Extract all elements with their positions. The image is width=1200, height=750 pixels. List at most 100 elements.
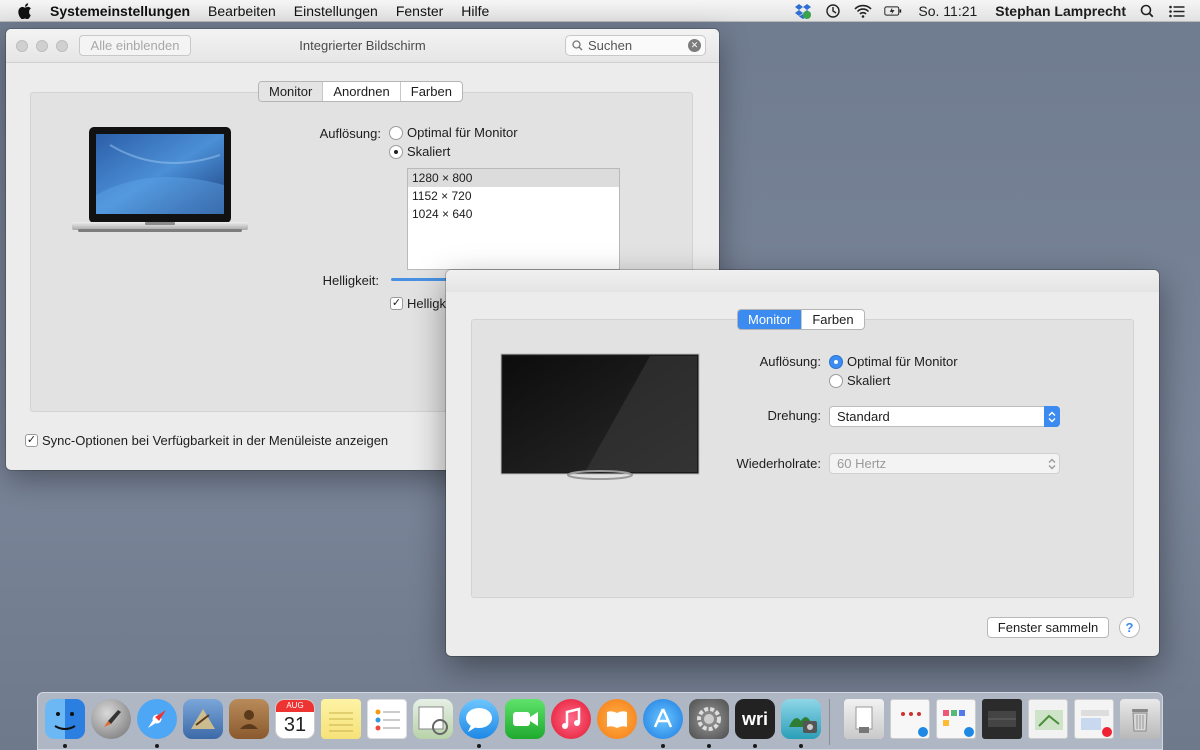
spotlight-search-icon[interactable]: [1138, 3, 1156, 19]
calendar-icon[interactable]: AUG 31: [275, 699, 315, 739]
window2-titlebar[interactable]: [446, 270, 1159, 292]
rotation-value: Standard: [837, 409, 890, 424]
radio-optimal-control[interactable]: [829, 354, 843, 369]
radio-scaled[interactable]: Skaliert: [389, 144, 450, 159]
system-preferences-icon[interactable]: [689, 699, 729, 739]
sync-options-label: Sync-Optionen bei Verfügbarkeit in der M…: [42, 433, 389, 448]
radio-optimal-label: Optimal für Monitor: [847, 354, 958, 369]
gather-windows-button[interactable]: Fenster sammeln: [987, 617, 1109, 638]
auto-brightness-checkbox[interactable]: ✓ Helligk: [390, 296, 446, 311]
help-button[interactable]: ?: [1119, 617, 1140, 638]
running-indicator: [63, 744, 67, 748]
brightness-slider[interactable]: [391, 278, 451, 281]
refresh-rate-popup[interactable]: 60 Hertz: [829, 453, 1060, 474]
window1-titlebar[interactable]: Alle einblenden Integrierter Bildschirm …: [6, 29, 719, 63]
brightness-label: Helligkeit:: [322, 273, 379, 288]
search-placeholder: Suchen: [588, 38, 633, 53]
macbook-illustration: [72, 127, 248, 232]
wri-app-icon[interactable]: wri: [735, 699, 775, 739]
minimized-window-3-icon[interactable]: [982, 699, 1022, 739]
tab-farben[interactable]: Farben: [399, 82, 462, 101]
menubar-clock[interactable]: So. 11:21: [918, 3, 977, 19]
dock-separator: [829, 699, 830, 745]
rotation-label: Drehung:: [767, 408, 821, 423]
checkmark-icon[interactable]: ✓: [390, 297, 403, 310]
calendar-day: 31: [283, 714, 307, 736]
notes-icon[interactable]: [321, 699, 361, 739]
messages-icon[interactable]: [459, 699, 499, 739]
menu-bearbeiten[interactable]: Bearbeiten: [208, 3, 276, 19]
list-item[interactable]: 1152 × 720: [408, 187, 619, 205]
running-indicator: [799, 744, 803, 748]
chevron-updown-icon: [1044, 453, 1060, 474]
radio-scaled-label: Skaliert: [407, 144, 451, 159]
checkmark-icon[interactable]: ✓: [25, 434, 38, 447]
menu-bar: Systemeinstellungen Bearbeiten Einstellu…: [0, 0, 1200, 22]
running-indicator: [477, 744, 481, 748]
search-field[interactable]: Suchen ✕: [565, 35, 706, 56]
dock: AUG 31 wri: [37, 692, 1163, 750]
calendar-month: AUG: [276, 700, 314, 712]
search-icon: [572, 40, 583, 51]
rotation-popup[interactable]: Standard: [829, 406, 1060, 427]
documents-stack-icon[interactable]: [844, 699, 884, 739]
minimized-window-1-icon[interactable]: [890, 699, 930, 739]
menu-app-name[interactable]: Systemeinstellungen: [50, 3, 190, 19]
window1-tab-bar: Monitor Anordnen Farben: [258, 81, 463, 102]
ibooks-icon[interactable]: [597, 699, 637, 739]
refresh-rate-label: Wiederholrate:: [736, 456, 821, 471]
refresh-rate-value: 60 Hertz: [837, 456, 887, 471]
radio-scaled-control[interactable]: [389, 144, 403, 159]
resolution-label: Auflösung:: [319, 126, 381, 141]
running-indicator: [753, 744, 757, 748]
preview-icon[interactable]: [413, 699, 453, 739]
running-indicator: [707, 744, 711, 748]
menu-fenster[interactable]: Fenster: [396, 3, 443, 19]
minimized-window-5-icon[interactable]: [1074, 699, 1114, 739]
window2-tab-bar: Monitor Farben: [737, 309, 865, 330]
list-item[interactable]: 1280 × 800: [408, 169, 619, 187]
photos-camera-icon[interactable]: [781, 699, 821, 739]
trash-icon[interactable]: [1120, 699, 1160, 739]
tab-farben[interactable]: Farben: [801, 310, 863, 329]
contacts-icon[interactable]: [229, 699, 269, 739]
auto-brightness-label: Helligk: [407, 296, 447, 311]
menu-einstellungen[interactable]: Einstellungen: [294, 3, 378, 19]
radio-optimal-display[interactable]: Optimal für Monitor: [389, 125, 518, 140]
itunes-icon[interactable]: [551, 699, 591, 739]
menu-hilfe[interactable]: Hilfe: [461, 3, 489, 19]
external-monitor-illustration: [500, 353, 700, 480]
radio-scaled-control[interactable]: [829, 373, 843, 388]
reminders-icon[interactable]: [367, 699, 407, 739]
menubar-user[interactable]: Stephan Lamprecht: [995, 3, 1126, 19]
external-display-window: Monitor Farben Auflösung: Optimal für Mo…: [446, 270, 1159, 656]
wifi-icon[interactable]: [854, 3, 872, 19]
running-indicator: [155, 744, 159, 748]
minimized-window-4-icon[interactable]: [1028, 699, 1068, 739]
tab-anordnen[interactable]: Anordnen: [322, 82, 399, 101]
chevron-updown-icon: [1044, 406, 1060, 427]
clear-search-icon[interactable]: ✕: [688, 39, 701, 52]
facetime-icon[interactable]: [505, 699, 545, 739]
minimized-window-2-icon[interactable]: [936, 699, 976, 739]
finder-icon[interactable]: [45, 699, 85, 739]
radio-optimal-display[interactable]: Optimal für Monitor: [829, 354, 958, 369]
tab-monitor[interactable]: Monitor: [259, 82, 323, 101]
dropbox-status-icon[interactable]: [794, 3, 812, 19]
time-machine-icon[interactable]: [824, 3, 842, 19]
resolution-list[interactable]: 1280 × 800 1152 × 720 1024 × 640: [407, 168, 620, 270]
resolution-label: Auflösung:: [759, 354, 821, 369]
radio-optimal-control[interactable]: [389, 125, 403, 140]
apple-menu-icon[interactable]: [16, 2, 34, 19]
sync-options-checkbox[interactable]: ✓ Sync-Optionen bei Verfügbarkeit in der…: [25, 433, 388, 448]
tab-monitor[interactable]: Monitor: [738, 310, 802, 329]
radio-scaled-label: Skaliert: [847, 373, 891, 388]
notification-center-icon[interactable]: [1168, 3, 1186, 19]
radio-scaled[interactable]: Skaliert: [829, 373, 890, 388]
safari-icon[interactable]: [137, 699, 177, 739]
app-store-icon[interactable]: [643, 699, 683, 739]
battery-icon[interactable]: [884, 3, 902, 19]
mail-icon[interactable]: [183, 699, 223, 739]
list-item[interactable]: 1024 × 640: [408, 205, 619, 223]
launchpad-icon[interactable]: [91, 699, 131, 739]
